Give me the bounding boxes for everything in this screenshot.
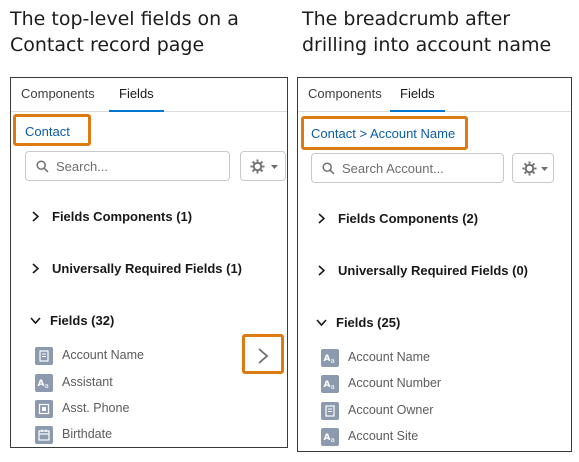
chevron-right-icon — [32, 211, 39, 222]
svg-text:a: a — [331, 436, 335, 444]
caption-left: The top-level fields on a Contact record… — [10, 8, 239, 56]
field-label: Account Owner — [348, 403, 434, 417]
tab-components[interactable]: Components — [21, 78, 95, 112]
text-icon: Aa — [321, 375, 339, 393]
tab-bar: Components Fields — [298, 78, 571, 112]
drill-down-button[interactable] — [242, 334, 284, 374]
field-label: Account Site — [348, 429, 419, 443]
search-icon — [322, 162, 335, 175]
svg-text:a: a — [331, 383, 335, 391]
search-icon — [36, 160, 49, 173]
tab-fields[interactable]: Fields — [390, 78, 445, 112]
field-label: Birthdate — [62, 427, 113, 441]
lookup-icon — [321, 402, 339, 420]
section-label: Universally Required Fields (0) — [338, 263, 529, 278]
gear-icon — [250, 159, 265, 174]
field-label: Account Number — [348, 376, 442, 390]
settings-button[interactable] — [240, 151, 286, 181]
field-label: Account Name — [348, 350, 430, 364]
svg-text:a: a — [45, 382, 49, 390]
field-label: Assistant — [62, 375, 113, 389]
text-icon: Aa — [35, 374, 53, 392]
field-label: Account Name — [62, 348, 144, 362]
search-box[interactable] — [311, 153, 522, 183]
section-label: Universally Required Fields (1) — [52, 261, 243, 276]
section-label: Fields Components (2) — [338, 211, 479, 226]
caret-down-icon — [541, 167, 548, 171]
text-icon: Aa — [321, 349, 339, 367]
chevron-down-icon — [30, 317, 41, 325]
chevron-right-icon — [32, 263, 39, 274]
tab-components[interactable]: Components — [308, 78, 382, 112]
caret-down-icon — [271, 165, 278, 169]
text-icon: Aa — [321, 428, 339, 446]
section-label: Fields Components (1) — [52, 209, 193, 224]
search-input[interactable] — [56, 152, 236, 180]
section-label: Fields (32) — [50, 313, 115, 328]
date-icon — [35, 426, 53, 444]
chevron-right-icon — [318, 213, 325, 224]
svg-text:A: A — [38, 379, 45, 389]
breadcrumb-highlight — [301, 116, 468, 150]
breadcrumb-highlight — [13, 114, 91, 146]
svg-text:A: A — [324, 433, 331, 443]
tab-bar: Components Fields — [11, 78, 287, 112]
search-box[interactable] — [25, 151, 236, 181]
gear-icon — [522, 161, 537, 176]
phone-icon — [35, 400, 53, 418]
svg-text:a: a — [331, 357, 335, 365]
lookup-icon — [35, 347, 53, 365]
tab-fields[interactable]: Fields — [109, 78, 164, 112]
chevron-right-icon — [318, 265, 325, 276]
search-input[interactable] — [342, 154, 522, 182]
section-label: Fields (25) — [336, 315, 401, 330]
settings-button[interactable] — [512, 153, 554, 183]
chevron-right-icon — [258, 348, 269, 364]
caption-right: The breadcrumb after drilling into accou… — [302, 8, 552, 56]
svg-text:A: A — [324, 354, 331, 364]
svg-text:A: A — [324, 380, 331, 390]
field-label: Asst. Phone — [62, 401, 130, 415]
chevron-down-icon — [316, 319, 327, 327]
